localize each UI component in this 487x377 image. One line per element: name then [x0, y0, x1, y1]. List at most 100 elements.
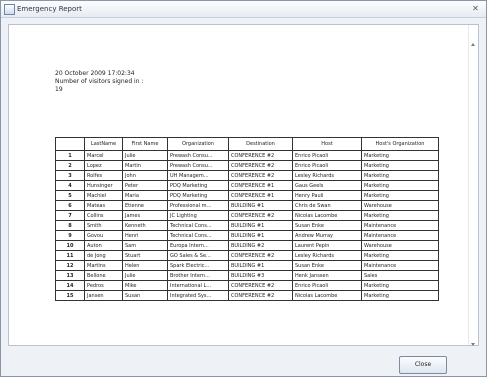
- table-cell: Warehouse: [361, 200, 439, 211]
- table-cell: Stuart: [122, 250, 168, 261]
- report-viewer: 20 October 2009 17:02:34 Number of visit…: [8, 24, 479, 346]
- table-row: 5 Machiel Maria PDQ Marketing CONFERENCE #1 H…: [55, 190, 439, 201]
- table-cell: CONFERENCE #2: [228, 250, 293, 261]
- table-cell: Europa Intern...: [167, 240, 229, 251]
- column-header: Host: [292, 137, 362, 151]
- table-cell: Professional m...: [167, 200, 229, 211]
- table-row: 7 Collins James JC Lighting CONFERENCE #2 Nic…: [55, 210, 439, 221]
- table-cell: Gaus Geels: [292, 180, 362, 191]
- row-number: 12: [55, 260, 85, 271]
- table-cell: Maintenance: [361, 220, 439, 231]
- table-cell: CONFERENCE #1: [228, 180, 293, 191]
- column-header: First Name: [122, 137, 168, 151]
- scroll-up-icon[interactable]: [471, 43, 475, 46]
- close-icon[interactable]: ✕: [471, 4, 480, 13]
- table-cell: de Jong: [84, 250, 123, 261]
- table-cell: Technical Cons...: [167, 220, 229, 231]
- table-cell: Marketing: [361, 210, 439, 221]
- table-cell: PDQ Marketing: [167, 180, 229, 191]
- table-cell: CONFERENCE #2: [228, 170, 293, 181]
- table-cell: Martins: [84, 260, 123, 271]
- row-number: 7: [55, 210, 85, 221]
- table-cell: CONFERENCE #2: [228, 160, 293, 171]
- table-row: 12 Martins Helen Spark Electric... BUILDING …: [55, 260, 439, 271]
- table-cell: Maintenance: [361, 260, 439, 271]
- table-cell: Helen: [122, 260, 168, 271]
- table-cell: Marketing: [361, 170, 439, 181]
- table-row: 9 Govou Henri Technical Cons... BUILDING #1 A…: [55, 230, 439, 241]
- table-row: 14 Pedros Mike International L... CONFERENCE…: [55, 280, 439, 291]
- table-cell: CONFERENCE #2: [228, 150, 293, 161]
- table-cell: Marcel: [84, 150, 123, 161]
- table-cell: John: [122, 170, 168, 181]
- table-cell: CONFERENCE #2: [228, 280, 293, 291]
- table-cell: Collins: [84, 210, 123, 221]
- table-cell: Mike: [122, 280, 168, 291]
- column-header: LastName: [84, 137, 123, 151]
- table-cell: Smith: [84, 220, 123, 231]
- table-row: 6 Mateas Etienne Professional m... BUILDING …: [55, 200, 439, 211]
- column-header: [55, 137, 85, 151]
- close-button[interactable]: Close: [399, 356, 447, 374]
- table-cell: Jansen: [84, 290, 123, 301]
- table-cell: Etienne: [122, 200, 168, 211]
- table-row: 15 Jansen Susan Integrated Sys... CONFERENCE…: [55, 290, 439, 301]
- table-cell: Marketing: [361, 180, 439, 191]
- table-cell: Susan Enke: [292, 260, 362, 271]
- visitors-count: 19: [55, 86, 63, 93]
- row-number: 9: [55, 230, 85, 241]
- table-cell: Sales: [361, 270, 439, 281]
- table-cell: Maintenance: [361, 230, 439, 241]
- table-cell: GO Sales & Se...: [167, 250, 229, 261]
- table-cell: BUILDING #1: [228, 260, 293, 271]
- table-cell: Andrew Murray: [292, 230, 362, 241]
- visitors-label: Number of visitors signed in :: [55, 78, 144, 85]
- table-row: 13 Bellone Julie Brother Intern... BUILDING …: [55, 270, 439, 281]
- table-row: 8 Smith Kenneth Technical Cons... BUILDING #…: [55, 220, 439, 231]
- table-cell: Enrico Picaoli: [292, 280, 362, 291]
- table-cell: JC Lighting: [167, 210, 229, 221]
- report-icon: [4, 4, 15, 15]
- emergency-report-window: Emergency Report ✕ 20 October 2009 17:02…: [0, 0, 487, 377]
- table-cell: Maria: [122, 190, 168, 201]
- table-cell: Laurent Pepin: [292, 240, 362, 251]
- table-cell: Pedros: [84, 280, 123, 291]
- table-cell: Nicolas Lacombe: [292, 210, 362, 221]
- row-number: 10: [55, 240, 85, 251]
- table-row: 1 Marcel Julie Prewash Consu... CONFERENCE #…: [55, 150, 439, 161]
- table-cell: Lesley Richards: [292, 170, 362, 181]
- table-cell: UH Managem...: [167, 170, 229, 181]
- table-cell: CONFERENCE #2: [228, 290, 293, 301]
- table-cell: Prewash Consu...: [167, 150, 229, 161]
- table-cell: Auton: [84, 240, 123, 251]
- table-cell: Enrico Picaoli: [292, 150, 362, 161]
- table-cell: Martin: [122, 160, 168, 171]
- row-number: 4: [55, 180, 85, 191]
- table-cell: Henri: [122, 230, 168, 241]
- table-row: 10 Auton Sam Europa Intern... BUILDING #2 Lau…: [55, 240, 439, 251]
- table-cell: Chris de Swan: [292, 200, 362, 211]
- title-bar: Emergency Report ✕: [1, 1, 486, 18]
- table-cell: Henk Janssen: [292, 270, 362, 281]
- row-number: 6: [55, 200, 85, 211]
- vertical-scrollbar[interactable]: [468, 25, 478, 346]
- row-number: 15: [55, 290, 85, 301]
- table-cell: Lopez: [84, 160, 123, 171]
- table-cell: Bellone: [84, 270, 123, 281]
- table-cell: International L...: [167, 280, 229, 291]
- row-number: 14: [55, 280, 85, 291]
- table-cell: Peter: [122, 180, 168, 191]
- table-cell: Technical Cons...: [167, 230, 229, 241]
- table-cell: Machiel: [84, 190, 123, 201]
- scroll-down-icon[interactable]: [471, 343, 475, 346]
- table-cell: Marketing: [361, 150, 439, 161]
- row-number: 5: [55, 190, 85, 201]
- table-cell: Henry Pauli: [292, 190, 362, 201]
- visitors-table: LastName First Name Organization Destinatio…: [55, 137, 439, 301]
- row-number: 13: [55, 270, 85, 281]
- table-row: 4 Hunsinger Peter PDQ Marketing CONFERENCE #…: [55, 180, 439, 191]
- table-cell: Julie: [122, 150, 168, 161]
- table-cell: Sam: [122, 240, 168, 251]
- table-cell: Brother Intern...: [167, 270, 229, 281]
- table-cell: Kenneth: [122, 220, 168, 231]
